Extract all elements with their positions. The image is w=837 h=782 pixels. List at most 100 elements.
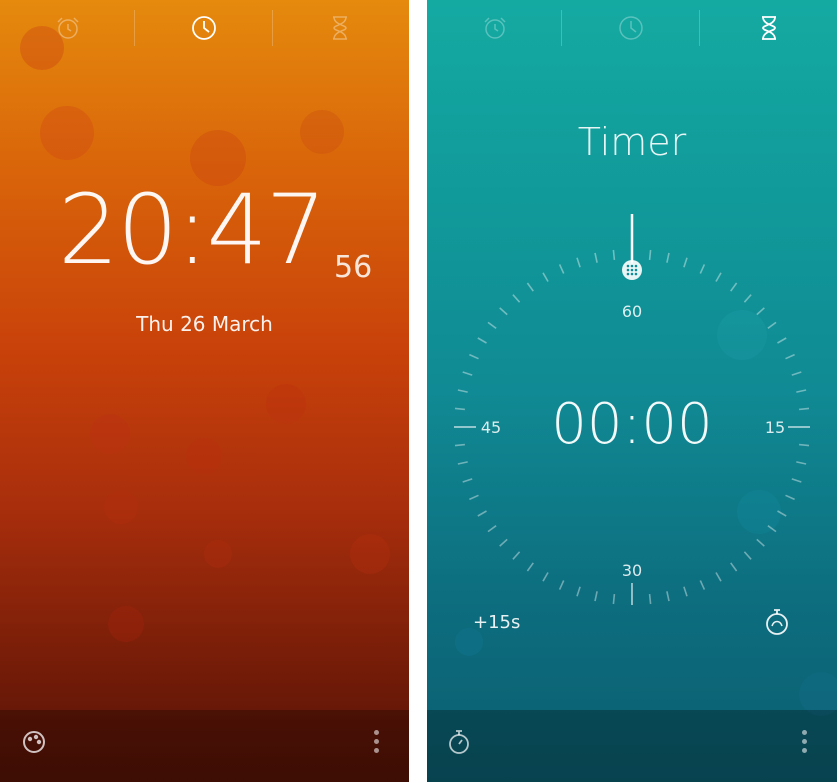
dial-tick	[683, 586, 688, 597]
dial-tick	[791, 478, 802, 483]
bokeh-light	[90, 414, 130, 454]
dial-tick	[730, 282, 738, 292]
tab-divider	[272, 10, 273, 46]
dial-tick	[576, 586, 581, 597]
tab-divider	[134, 10, 135, 46]
page-title: Timer	[577, 120, 687, 164]
add-15s-button[interactable]: +15s	[473, 612, 520, 633]
top-tab-bar	[0, 0, 409, 56]
dial-tick	[558, 264, 565, 274]
dial-tick	[512, 294, 521, 303]
bokeh-light	[266, 384, 306, 424]
dial-tick	[699, 264, 706, 274]
tab-divider	[561, 10, 562, 46]
bokeh-light	[40, 106, 94, 160]
tab-timer[interactable]	[324, 12, 356, 44]
dial-tick	[791, 371, 802, 376]
dial-tick	[462, 478, 473, 483]
clock-icon	[619, 16, 643, 40]
stopwatch-icon	[766, 609, 788, 635]
dial-tick	[526, 282, 534, 292]
timer-sound-button[interactable]	[761, 606, 793, 638]
alarm-icon	[484, 17, 506, 39]
dial-tick	[512, 551, 521, 560]
more-button[interactable]	[372, 730, 380, 756]
dial-tick	[594, 591, 598, 602]
dial-tick	[785, 353, 795, 360]
dial-tick	[785, 494, 795, 501]
timer-readout: 00:00	[551, 392, 713, 457]
current-time: 20:47	[58, 174, 327, 286]
dial-tick	[612, 249, 616, 260]
dial-tick	[767, 321, 777, 329]
alarm-icon	[57, 17, 79, 39]
top-tab-bar	[427, 0, 837, 56]
stopwatch-tab-button[interactable]	[445, 728, 473, 756]
hourglass-icon	[333, 16, 347, 40]
dial-label-30: 30	[621, 561, 643, 580]
dial-tick	[499, 307, 508, 316]
dial-tick	[796, 461, 807, 465]
more-button[interactable]	[800, 730, 808, 756]
dial-tick	[526, 562, 534, 572]
dial-tick	[542, 572, 549, 582]
clock-icon	[192, 16, 216, 40]
dial-tick	[777, 510, 787, 517]
dial-tick	[594, 252, 598, 263]
tab-alarm[interactable]	[52, 12, 84, 44]
stopwatch-icon	[449, 730, 469, 754]
dial-tick	[462, 371, 473, 376]
bottom-bar	[427, 710, 837, 782]
theme-button[interactable]	[20, 728, 48, 756]
dial-label-60: 60	[621, 302, 643, 321]
dial-tick	[469, 353, 479, 360]
tab-alarm[interactable]	[479, 12, 511, 44]
theme-palette-icon	[23, 731, 45, 753]
bokeh-light	[186, 438, 222, 474]
timer-screen: Timer 60 15 30 45 00:00 +15s	[427, 0, 837, 782]
dial-tick	[699, 580, 706, 590]
bokeh-light	[104, 490, 138, 524]
dial-tick	[648, 249, 652, 260]
dial-tick	[743, 294, 752, 303]
dial-tick	[777, 337, 787, 344]
dial-tick	[666, 591, 670, 602]
dial-tick	[666, 252, 670, 263]
bokeh-light	[204, 540, 232, 568]
dial-tick	[487, 525, 497, 533]
bokeh-light	[108, 606, 144, 642]
dial-tick	[743, 551, 752, 560]
dial-tick	[767, 525, 777, 533]
grip-dots-icon	[626, 264, 638, 276]
hourglass-icon	[762, 16, 776, 40]
current-date: Thu 26 March	[136, 312, 273, 336]
dial-tick	[756, 307, 765, 316]
dial-tick	[683, 257, 688, 268]
dial-tick	[756, 538, 765, 547]
current-seconds: 56	[334, 250, 373, 285]
dial-tick	[730, 562, 738, 572]
dial-tick	[558, 580, 565, 590]
more-vertical-icon	[801, 730, 807, 735]
dial-tick	[715, 572, 722, 582]
tab-timer[interactable]	[753, 12, 785, 44]
bottom-bar	[0, 710, 409, 782]
dial-tick	[542, 272, 549, 282]
dial-tick	[648, 594, 652, 605]
tab-divider	[699, 10, 700, 46]
more-vertical-icon	[373, 730, 379, 735]
dial-tick	[499, 538, 508, 547]
tab-clock[interactable]	[188, 12, 220, 44]
dial-tick	[487, 321, 497, 329]
tab-clock[interactable]	[615, 12, 647, 44]
dial-tick	[477, 510, 487, 517]
dial-tick	[469, 494, 479, 501]
clock-screen: 20:47 56 Thu 26 March	[0, 0, 409, 782]
bokeh-light	[300, 110, 344, 154]
dial-tick	[477, 337, 487, 344]
dial-tick	[715, 272, 722, 282]
dial-tick	[457, 461, 468, 465]
dial-tick	[612, 594, 616, 605]
dial-tick	[576, 257, 581, 268]
bokeh-light	[350, 534, 390, 574]
